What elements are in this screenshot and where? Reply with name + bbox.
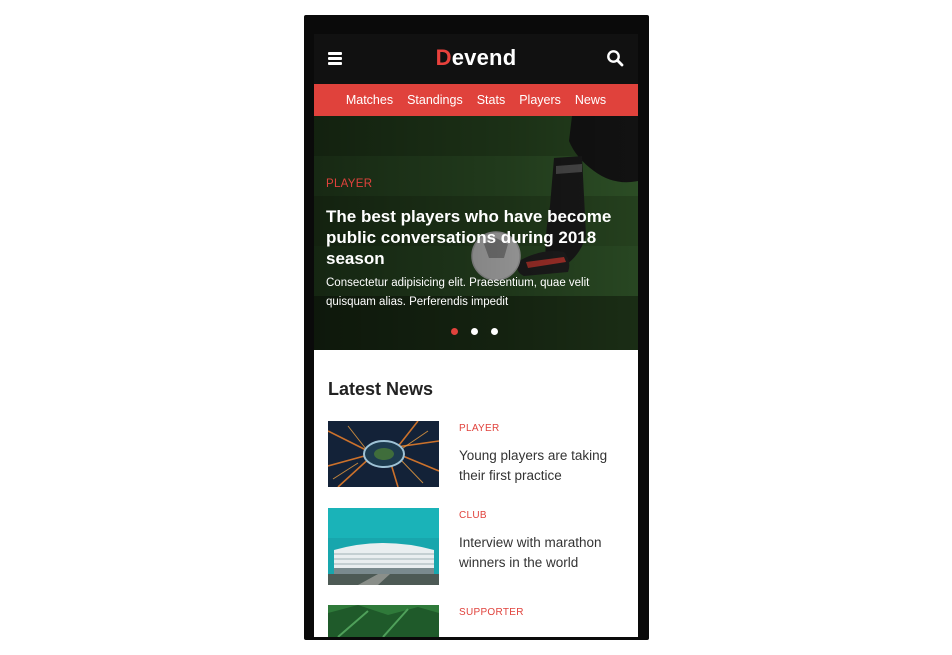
app-screen: Devend Matches Standings Stats Players N… bbox=[314, 34, 638, 637]
news-title[interactable]: Young players are taking their first pra… bbox=[459, 446, 619, 486]
hero-category[interactable]: PLAYER bbox=[326, 178, 372, 190]
nav-item-news[interactable]: News bbox=[575, 93, 606, 107]
news-thumbnail[interactable] bbox=[328, 508, 439, 585]
nav-item-matches[interactable]: Matches bbox=[346, 93, 393, 107]
news-category[interactable]: PLAYER bbox=[459, 423, 500, 434]
hero-slider[interactable]: PLAYER The best players who have become … bbox=[314, 116, 638, 350]
news-item[interactable]: PLAYER Young players are taking their fi… bbox=[328, 421, 628, 491]
nav-item-standings[interactable]: Standings bbox=[407, 93, 463, 107]
logo-initial: D bbox=[435, 45, 452, 70]
slider-dot-1[interactable] bbox=[451, 328, 458, 335]
news-thumbnail[interactable] bbox=[328, 421, 439, 487]
latest-news-heading: Latest News bbox=[328, 379, 434, 399]
news-item[interactable]: CLUB Interview with marathon winners in … bbox=[328, 508, 628, 586]
news-title[interactable]: Interview with marathon winners in the w… bbox=[459, 533, 619, 573]
nav-item-players[interactable]: Players bbox=[519, 93, 561, 107]
slider-dot-3[interactable] bbox=[491, 328, 498, 335]
hero-title[interactable]: The best players who have become public … bbox=[326, 206, 616, 269]
search-icon[interactable] bbox=[606, 49, 624, 67]
news-category[interactable]: SUPPORTER bbox=[459, 607, 524, 618]
site-logo[interactable]: Devend bbox=[314, 45, 638, 71]
phone-frame: Devend Matches Standings Stats Players N… bbox=[304, 15, 649, 640]
news-item[interactable]: SUPPORTER bbox=[328, 605, 628, 637]
nav-item-stats[interactable]: Stats bbox=[477, 93, 506, 107]
news-thumbnail[interactable] bbox=[328, 605, 439, 637]
slider-dot-2[interactable] bbox=[471, 328, 478, 335]
top-bar: Devend bbox=[314, 34, 638, 84]
main-nav: Matches Standings Stats Players News bbox=[314, 84, 638, 116]
logo-text: evend bbox=[451, 45, 517, 70]
slider-dots bbox=[451, 328, 511, 335]
hero-excerpt: Consectetur adipisicing elit. Praesentiu… bbox=[326, 277, 590, 308]
news-category[interactable]: CLUB bbox=[459, 510, 487, 521]
